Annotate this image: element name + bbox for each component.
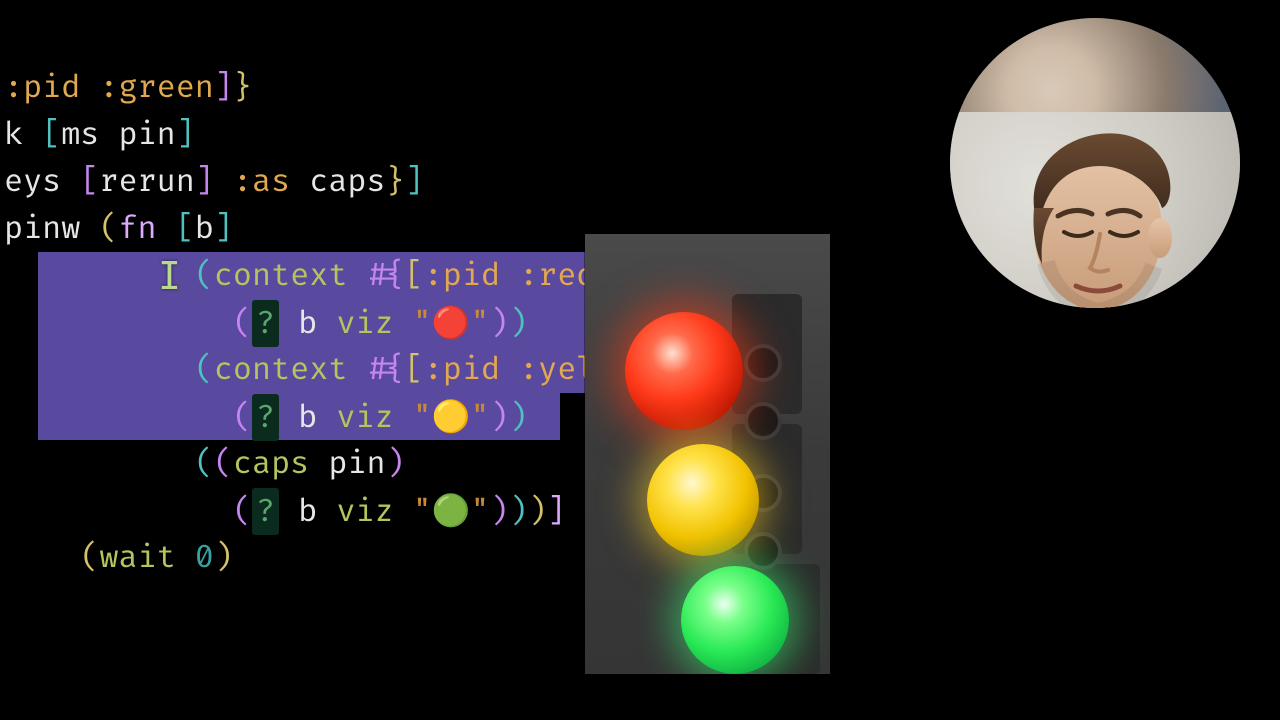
code-token: ] — [176, 115, 195, 154]
code-token: context — [214, 350, 348, 389]
code-token: [ — [80, 162, 99, 201]
code-token: :green — [99, 68, 213, 107]
led-yellow-icon — [647, 444, 759, 556]
code-token: 0 — [195, 538, 214, 577]
code-token: ) — [489, 492, 508, 531]
code-token — [214, 162, 233, 201]
code-token: b — [279, 304, 336, 343]
code-token — [290, 162, 309, 201]
code-token: [ — [405, 256, 424, 295]
code-token: b — [279, 492, 336, 531]
code-token: ( — [195, 256, 214, 295]
code-token — [309, 444, 328, 483]
code-token — [347, 256, 366, 295]
code-token: ] — [214, 209, 233, 248]
code-token: ) — [489, 398, 508, 437]
code-token: " — [470, 492, 489, 531]
code-token — [394, 304, 413, 343]
code-token: ) — [386, 444, 405, 483]
code-token: [ — [405, 350, 424, 389]
code-token: [ — [176, 209, 195, 248]
code-token: fn — [118, 209, 156, 248]
code-token — [347, 350, 366, 389]
led-red-icon — [625, 312, 743, 430]
code-token — [394, 492, 413, 531]
code-token: viz — [336, 304, 393, 343]
code-token: ) — [508, 492, 527, 531]
code-token: ( — [99, 209, 118, 248]
code-token: rerun — [99, 162, 194, 201]
code-token: ( — [214, 444, 233, 483]
code-token: ) — [508, 304, 527, 343]
code-token: #{ — [366, 256, 404, 295]
unknown-fn-marker: ? — [252, 300, 279, 347]
code-token: ] — [547, 492, 566, 531]
code-token: viz — [336, 398, 393, 437]
code-token: ] — [405, 162, 424, 201]
code-token: " — [413, 492, 432, 531]
code-token: " — [413, 304, 432, 343]
code-token: ( — [233, 492, 252, 531]
code-line[interactable]: eys [rerun] :as caps}] — [0, 158, 691, 205]
code-token: " — [470, 398, 489, 437]
emoji-icon: 🟢 — [432, 492, 471, 529]
code-token: ) — [489, 304, 508, 343]
code-token: b — [279, 398, 336, 437]
code-token: viz — [336, 492, 393, 531]
code-line[interactable]: :pid :green]} — [0, 64, 691, 111]
code-token: #{ — [366, 350, 404, 389]
code-token: } — [233, 68, 252, 107]
code-token — [157, 209, 176, 248]
text-cursor-icon: 𝙸 — [158, 254, 181, 301]
code-token: ( — [80, 538, 99, 577]
code-token: ] — [214, 68, 233, 107]
code-token — [80, 68, 99, 107]
emoji-icon: 🟡 — [432, 398, 471, 435]
code-token: :pid — [424, 256, 500, 295]
code-token: [ — [42, 115, 61, 154]
code-token: :as — [233, 162, 290, 201]
code-token: " — [413, 398, 432, 437]
code-token: ( — [233, 304, 252, 343]
code-editor[interactable]: :pid :green]}k [ms pin]eys [rerun] :as c… — [0, 0, 1280, 720]
code-token: ( — [233, 398, 252, 437]
presenter-webcam — [950, 18, 1240, 308]
code-token: ( — [195, 444, 214, 483]
traffic-light-photo — [585, 234, 830, 674]
code-token: ) — [508, 398, 527, 437]
emoji-icon: 🔴 — [432, 304, 471, 341]
code-token: :red — [519, 256, 595, 295]
code-token: ( — [195, 350, 214, 389]
code-token: caps — [309, 162, 385, 201]
code-token: ) — [214, 538, 233, 577]
code-token: " — [470, 304, 489, 343]
code-token: ms pin — [61, 115, 175, 154]
code-token — [500, 256, 519, 295]
led-green-icon — [681, 566, 789, 674]
code-token: pin — [328, 444, 385, 483]
code-token: ) — [528, 492, 547, 531]
code-token: wait — [99, 538, 175, 577]
code-token: :pid — [424, 350, 500, 389]
unknown-fn-marker: ? — [252, 394, 279, 441]
unknown-fn-marker: ? — [252, 488, 279, 535]
code-token: b — [195, 209, 214, 248]
code-token — [394, 398, 413, 437]
code-token — [500, 350, 519, 389]
code-token — [176, 538, 195, 577]
code-token: ] — [195, 162, 214, 201]
code-token: context — [214, 256, 348, 295]
code-line[interactable]: k [ms pin] — [0, 111, 691, 158]
code-token: } — [386, 162, 405, 201]
code-token: :pid — [4, 68, 80, 107]
code-token: caps — [233, 444, 309, 483]
